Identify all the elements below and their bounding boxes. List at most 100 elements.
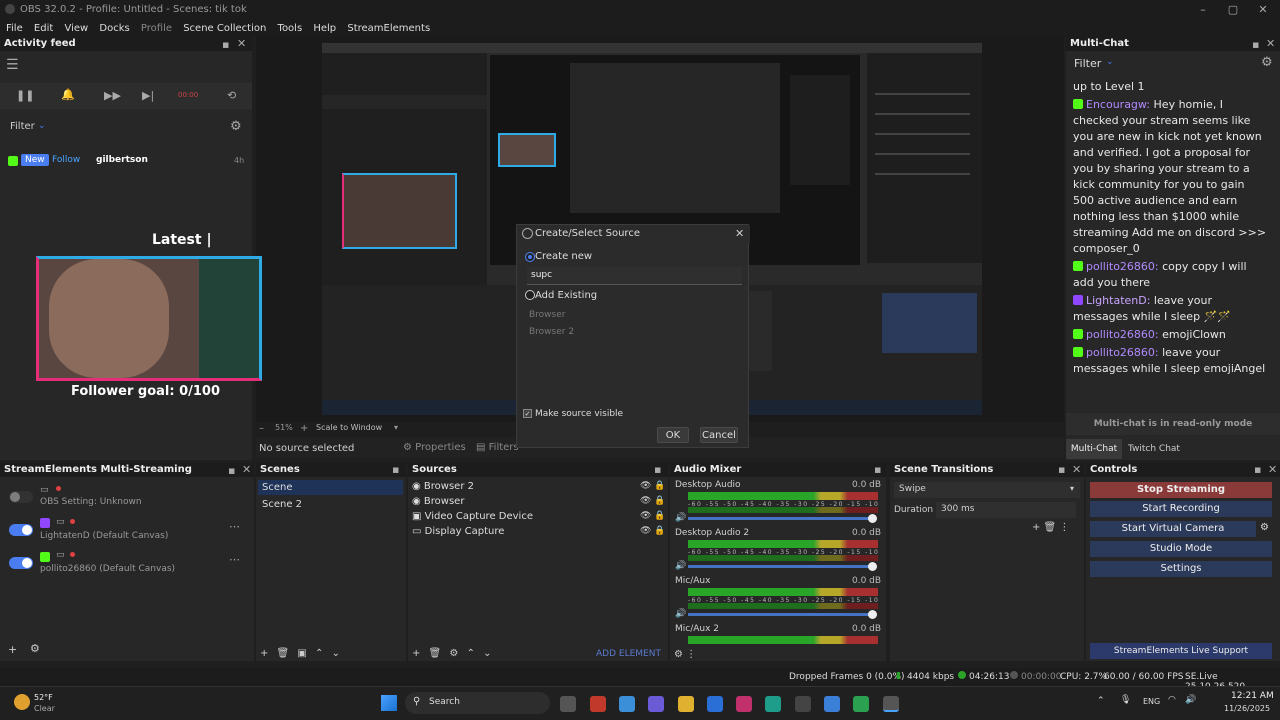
obs-taskbar-icon[interactable]: [883, 696, 899, 712]
mail-icon[interactable]: [707, 696, 723, 712]
edge-icon[interactable]: [765, 696, 781, 712]
settings-button[interactable]: Settings: [1090, 561, 1272, 577]
activity-filter[interactable]: Filter: [10, 121, 35, 132]
volume-knob[interactable]: [868, 562, 877, 571]
virtual-camera-gear-icon[interactable]: ⚙: [1260, 522, 1269, 533]
start-icon[interactable]: [381, 695, 397, 711]
close-dock-icon[interactable]: ✕: [1072, 463, 1081, 476]
language[interactable]: ENG: [1143, 697, 1160, 706]
studio-mode-button[interactable]: Studio Mode: [1090, 541, 1272, 557]
lock-icon[interactable]: 🔒: [654, 481, 665, 491]
sources-toolbar[interactable]: + 🗑 ⚙ ⌃ ⌄: [412, 648, 492, 659]
tab-multi-chat[interactable]: Multi-Chat: [1066, 439, 1122, 459]
zoom-out-icon[interactable]: –: [259, 423, 264, 434]
source-name-input[interactable]: supc: [527, 267, 742, 285]
history-icon[interactable]: ⟲: [227, 89, 236, 102]
undock-icon[interactable]: ▪: [654, 463, 661, 476]
transition-toolbar[interactable]: + 🗑 ⋮: [1032, 522, 1069, 533]
volume-slider[interactable]: [688, 565, 874, 568]
tray-chevron-icon[interactable]: ⌃: [1097, 696, 1105, 706]
menu-streamelements[interactable]: StreamElements: [347, 23, 430, 34]
copilot-icon[interactable]: [619, 696, 635, 712]
zoom-in-icon[interactable]: +: [300, 423, 308, 434]
chevron-down-icon[interactable]: ▾: [394, 423, 398, 432]
undock-icon[interactable]: ▪: [392, 463, 399, 476]
skip-icon[interactable]: ▶▶: [104, 89, 121, 102]
add-existing-radio[interactable]: [525, 290, 535, 300]
store-icon[interactable]: [795, 696, 811, 712]
gear-icon[interactable]: ⚙: [30, 642, 40, 655]
menu-profile[interactable]: Profile: [141, 23, 172, 34]
folder-icon[interactable]: [678, 696, 694, 712]
lock-icon[interactable]: 🔒: [654, 496, 665, 506]
existing-item[interactable]: Browser: [529, 310, 565, 320]
close-icon[interactable]: ✕: [1256, 3, 1270, 17]
volume-icon[interactable]: 🔊: [1185, 695, 1196, 705]
undock-icon[interactable]: ▪: [1252, 38, 1259, 51]
app-icon[interactable]: [590, 696, 606, 712]
eye-icon[interactable]: 👁: [640, 481, 651, 491]
undock-icon[interactable]: ▪: [1058, 463, 1065, 476]
properties-button[interactable]: ⚙ Properties: [403, 442, 466, 453]
hamburger-menu-icon[interactable]: ☰: [6, 57, 19, 73]
undock-icon[interactable]: ▪: [222, 38, 229, 51]
close-dock-icon[interactable]: ✕: [242, 463, 251, 476]
maximize-icon[interactable]: ▢: [1226, 3, 1240, 17]
start-virtual-camera-button[interactable]: Start Virtual Camera: [1090, 521, 1256, 537]
chat-filter[interactable]: Filter: [1074, 57, 1101, 70]
volume-knob[interactable]: [868, 610, 877, 619]
xbox-icon[interactable]: [853, 696, 869, 712]
eye-icon[interactable]: 👁: [640, 526, 651, 536]
volume-slider[interactable]: [688, 613, 874, 616]
speaker-icon[interactable]: 🔊: [675, 513, 686, 523]
volume-knob[interactable]: [868, 514, 877, 523]
skip-end-icon[interactable]: ▶|: [142, 89, 154, 102]
start-recording-button[interactable]: Start Recording: [1090, 501, 1272, 517]
add-icon[interactable]: +: [8, 643, 17, 656]
cancel-button[interactable]: Cancel: [700, 427, 738, 443]
gear-icon[interactable]: ⚙: [1261, 55, 1273, 70]
scenes-toolbar[interactable]: + 🗑 ▣ ⌃ ⌄: [260, 648, 340, 659]
chevron-down-icon[interactable]: ⌄: [38, 121, 46, 131]
pause-icon[interactable]: ❚❚: [16, 89, 34, 102]
undock-icon[interactable]: ▪: [1254, 463, 1261, 476]
multistream-toggle[interactable]: [9, 491, 33, 503]
chevron-down-icon[interactable]: ⌄: [1106, 57, 1114, 67]
app2-icon[interactable]: [824, 696, 840, 712]
speaker-icon[interactable]: 🔊: [675, 609, 686, 619]
minimize-icon[interactable]: –: [1196, 3, 1210, 17]
bell-icon[interactable]: 🔔: [61, 88, 75, 101]
undock-icon[interactable]: ▪: [874, 463, 881, 476]
multistream-toggle[interactable]: [9, 524, 33, 536]
add-element-button[interactable]: ADD ELEMENT: [596, 649, 661, 659]
undock-icon[interactable]: ▪: [228, 464, 235, 477]
more-icon[interactable]: ⋯: [229, 553, 240, 566]
clock-date[interactable]: 11/26/2025: [1224, 704, 1270, 713]
close-icon[interactable]: ✕: [735, 227, 744, 240]
source-item[interactable]: ▭ Display Capture: [412, 524, 666, 539]
volume-slider[interactable]: [688, 517, 874, 520]
existing-item[interactable]: Browser 2: [529, 327, 574, 337]
scale-select[interactable]: Scale to Window: [316, 423, 382, 432]
menu-docks[interactable]: Docks: [99, 23, 129, 34]
lock-icon[interactable]: 🔒: [654, 526, 665, 536]
lock-icon[interactable]: 🔒: [654, 511, 665, 521]
network-icon[interactable]: ◠: [1168, 695, 1176, 705]
menu-help[interactable]: Help: [313, 23, 336, 34]
scene-item[interactable]: Scene 2: [258, 497, 403, 512]
live-support-button[interactable]: StreamElements Live Support: [1090, 643, 1272, 659]
more-icon[interactable]: ⋯: [229, 520, 240, 533]
gear-icon[interactable]: ⚙: [230, 119, 242, 134]
clock-time[interactable]: 12:21 AM: [1231, 691, 1274, 701]
make-visible-checkbox[interactable]: ✓: [523, 409, 532, 418]
close-dock-icon[interactable]: ✕: [1268, 463, 1277, 476]
menu-scene-collection[interactable]: Scene Collection: [183, 23, 266, 34]
ok-button[interactable]: OK: [657, 427, 689, 443]
scene-item[interactable]: Scene: [258, 480, 403, 495]
source-item[interactable]: ◉ Browser: [412, 494, 666, 509]
teams-icon[interactable]: [648, 696, 664, 712]
source-item[interactable]: ◉ Browser 2: [412, 479, 666, 494]
mic-icon[interactable]: 🎙: [1120, 695, 1131, 705]
speaker-icon[interactable]: 🔊: [675, 561, 686, 571]
menu-edit[interactable]: Edit: [34, 23, 53, 34]
